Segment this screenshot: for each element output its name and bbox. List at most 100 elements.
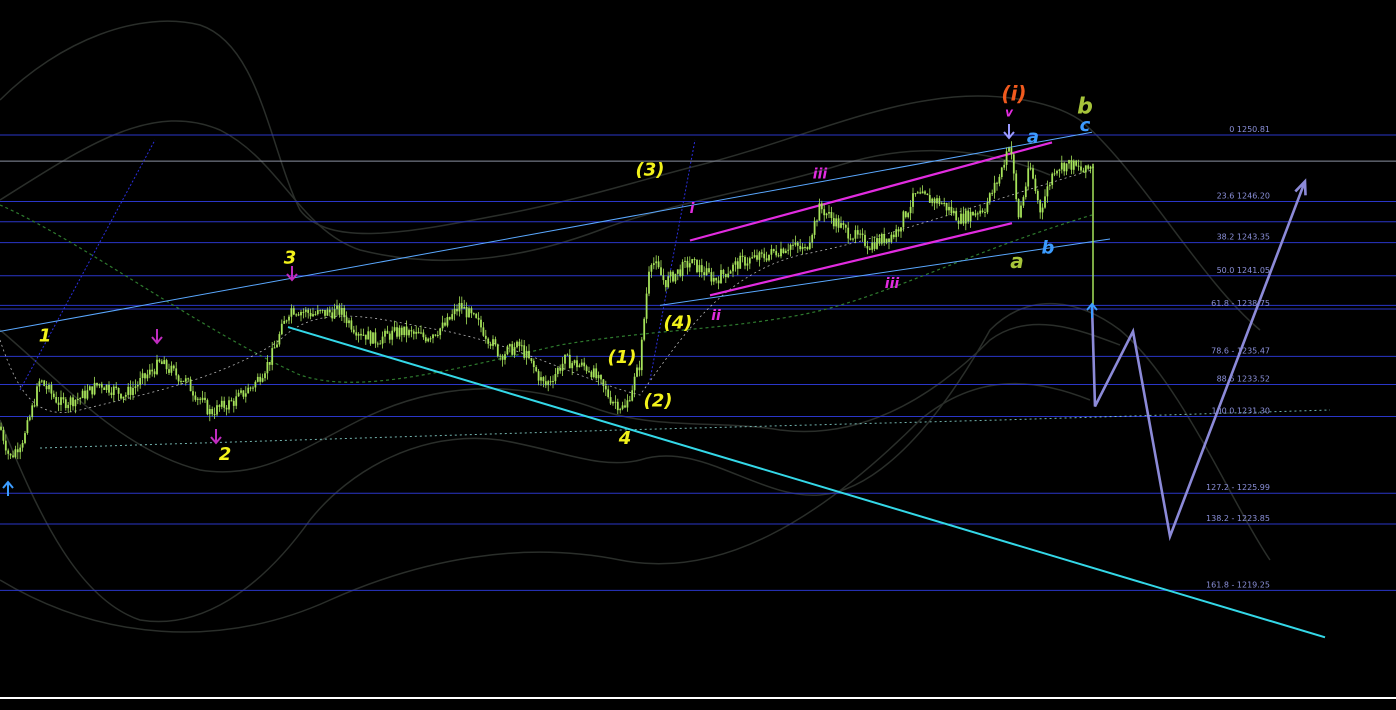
candle-body — [172, 365, 175, 369]
candle-body — [981, 210, 984, 212]
candle-body — [794, 242, 797, 245]
wave-label: i — [690, 201, 695, 217]
candle-body — [72, 397, 74, 407]
candle-body — [264, 373, 266, 379]
candle-body — [1077, 165, 1080, 167]
candle-body — [470, 308, 473, 314]
candle-body — [674, 273, 677, 282]
candle-body — [561, 363, 564, 371]
candle-body — [640, 339, 643, 371]
candle-body — [477, 317, 480, 320]
candle-body — [710, 272, 713, 282]
candle-body — [660, 267, 662, 276]
candle-body — [638, 367, 641, 371]
candle-body — [36, 386, 38, 406]
fib-label: 50.0 1241.05 — [1217, 266, 1270, 275]
candle-body — [904, 211, 907, 218]
candle-body — [151, 369, 154, 372]
candle-body — [691, 259, 694, 264]
candle-body — [547, 381, 550, 386]
candle-body — [218, 405, 221, 407]
candle-body — [1051, 173, 1054, 185]
candle-body — [100, 383, 103, 388]
candle-body — [960, 213, 962, 224]
candle-body — [456, 308, 458, 312]
candle-body — [943, 203, 946, 204]
candle-body — [832, 218, 835, 227]
candle-body — [559, 368, 562, 371]
candle-body — [1084, 165, 1087, 173]
candle-body — [144, 373, 146, 379]
candle-body — [952, 210, 955, 214]
candle-body — [170, 365, 173, 373]
candle-body — [297, 314, 300, 316]
candle-body — [285, 320, 288, 322]
candle-body — [741, 255, 744, 257]
candle-body — [211, 409, 214, 415]
candle-body — [501, 355, 504, 360]
envelope-far-lower — [0, 382, 1091, 633]
fib-label: 78.6 - 1235.47 — [1211, 346, 1270, 355]
candle-body — [751, 257, 754, 259]
candle-body — [604, 386, 607, 390]
candle-body — [626, 400, 629, 408]
candle-body — [304, 309, 307, 312]
candle-body — [1044, 196, 1046, 208]
candle-body — [31, 405, 34, 418]
candle-body — [415, 331, 418, 334]
candle-body — [110, 392, 113, 395]
fib-label: 23.6 1246.20 — [1217, 192, 1270, 201]
candle-body — [859, 233, 862, 235]
candle-body — [283, 321, 286, 324]
candle-body — [372, 332, 374, 344]
candle-body — [871, 242, 874, 250]
candle-body — [1036, 191, 1039, 201]
candle-body — [804, 247, 806, 248]
candle-body — [14, 449, 17, 458]
candle-body — [489, 343, 492, 346]
candle-body — [240, 390, 242, 393]
candle-body — [300, 312, 302, 316]
candle-body — [945, 203, 948, 211]
candle-body — [607, 389, 610, 398]
wave-label: ii — [711, 308, 721, 324]
candle-body — [568, 354, 571, 369]
wave-label: (4) — [664, 313, 693, 334]
fib-label: 161.8 - 1219.25 — [1206, 580, 1270, 589]
candle-body — [909, 206, 912, 214]
wave-label: (3) — [636, 160, 665, 181]
candle-body — [513, 347, 516, 355]
candle-body — [856, 230, 859, 235]
candle-body — [921, 191, 924, 194]
candle-body — [280, 323, 283, 335]
candle-body — [895, 229, 898, 238]
candle-body — [715, 278, 718, 281]
candle-body — [468, 308, 470, 318]
candle-body — [784, 250, 787, 253]
candle-body — [367, 331, 370, 340]
candle-body — [1005, 151, 1008, 165]
candle-body — [45, 385, 48, 390]
wave-label: a — [1010, 249, 1024, 273]
candle-body — [720, 270, 722, 284]
candle-body — [235, 396, 238, 406]
fib-label: 138.2 - 1223.85 — [1206, 514, 1270, 523]
candle-body — [828, 212, 830, 214]
candle-body — [357, 333, 360, 336]
candle-body — [76, 399, 79, 400]
candle-body — [688, 263, 691, 268]
candle-body — [722, 270, 725, 275]
candle-body — [813, 220, 816, 235]
candle-body — [324, 309, 326, 316]
candle-body — [756, 255, 758, 260]
candle-body — [986, 202, 989, 213]
candle-body — [972, 211, 974, 216]
candle-body — [840, 223, 842, 228]
support-dashed-line — [39, 409, 1331, 449]
candle-body — [393, 327, 396, 331]
candle-body — [276, 344, 278, 348]
up-arrow-icon — [2, 480, 14, 496]
candle-body — [1070, 160, 1073, 170]
wave-label: (2) — [644, 390, 673, 411]
candle-body — [424, 337, 427, 342]
